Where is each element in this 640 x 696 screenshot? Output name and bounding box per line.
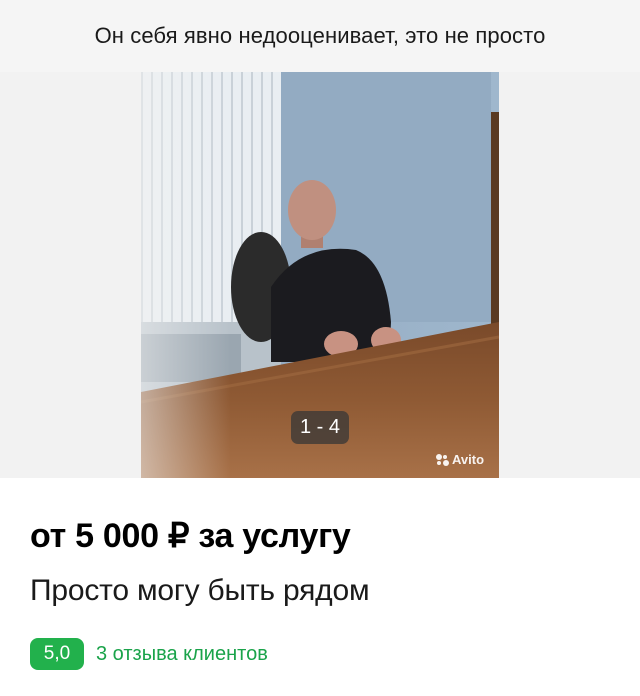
- gallery-counter: 1 - 4: [291, 411, 349, 444]
- watermark-text: Avito: [452, 452, 485, 467]
- reviews-link[interactable]: 3 отзыва клиентов: [96, 643, 268, 666]
- rating-row: 5,0 3 отзыва клиентов: [30, 638, 268, 670]
- caption-text: Он себя явно недооценивает, это не прост…: [94, 23, 546, 48]
- listing-title[interactable]: Просто могу быть рядом: [30, 574, 370, 608]
- avito-watermark: Avito: [436, 452, 484, 467]
- rating-badge: 5,0: [30, 638, 84, 670]
- listing-price: от 5 000 ₽ за услугу: [30, 517, 351, 555]
- listing-gallery[interactable]: 1 - 4 Avito: [0, 72, 640, 478]
- avito-logo-icon: [436, 453, 450, 466]
- caption-bar: Он себя явно недооценивает, это не прост…: [0, 0, 640, 72]
- listing-info: от 5 000 ₽ за услугу Просто могу быть ря…: [0, 478, 640, 696]
